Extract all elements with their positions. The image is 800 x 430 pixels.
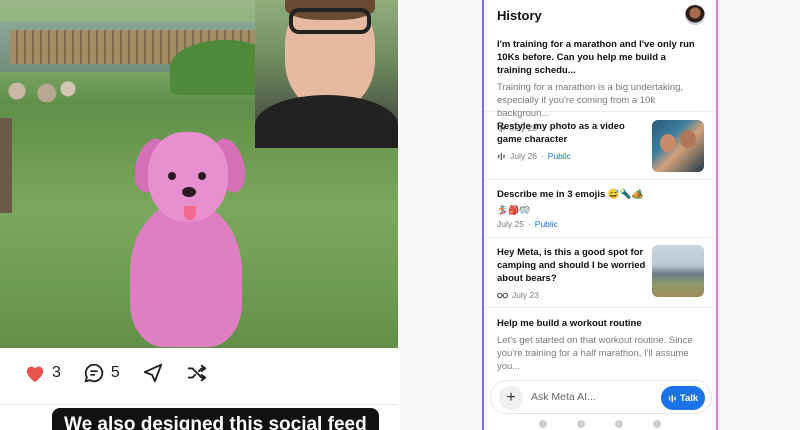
- ask-meta-input-bar: + Ask Meta AI... Talk: [490, 380, 712, 414]
- background-gap: [400, 0, 482, 430]
- history-item-title: I'm training for a marathon and I've onl…: [497, 39, 695, 76]
- post-actions: 3 5: [0, 348, 398, 398]
- page-title: History: [497, 8, 542, 23]
- history-item-date: July 26: [510, 151, 537, 161]
- nav-icon[interactable]: [615, 420, 623, 428]
- comment-button[interactable]: 5: [83, 362, 120, 384]
- video-caption: We also designed this social feed: [52, 408, 379, 430]
- like-button[interactable]: 3: [24, 363, 61, 383]
- dog-nose: [182, 187, 196, 197]
- share-button[interactable]: [142, 362, 164, 384]
- history-item[interactable]: I'm training for a marathon and I've onl…: [484, 32, 716, 133]
- visibility-badge: Public: [547, 151, 571, 161]
- nav-icon[interactable]: [653, 420, 661, 428]
- history-item-thumbnail: [652, 120, 704, 172]
- history-item-thumbnail: [652, 245, 704, 297]
- history-item-meta: July 25 · Public: [497, 219, 703, 229]
- presenter-shirt: [255, 95, 398, 148]
- history-item[interactable]: Hey Meta, is this a good spot for campin…: [484, 238, 716, 308]
- bottom-nav: [484, 420, 716, 430]
- history-item-title: Restyle my photo as a video game charact…: [497, 121, 625, 145]
- history-item-date: July 23: [512, 290, 539, 300]
- voice-icon: [668, 394, 676, 402]
- divider: [0, 404, 398, 405]
- history-item-emojis: 🏂🎒🥽: [497, 205, 531, 215]
- voice-icon: [497, 152, 505, 160]
- thumb-figure: [660, 134, 676, 152]
- history-header: History: [484, 0, 716, 32]
- dog-body: [130, 202, 242, 347]
- history-item-title: Hey Meta, is this a good spot for campin…: [497, 247, 646, 284]
- nav-icon[interactable]: [539, 420, 547, 428]
- send-icon: [143, 363, 162, 383]
- history-item-title: Help me build a workout routine: [497, 318, 642, 329]
- history-item[interactable]: Help me build a workout routine Let's ge…: [484, 308, 716, 372]
- ask-input[interactable]: Ask Meta AI...: [531, 391, 596, 403]
- shuffle-icon: [187, 364, 206, 382]
- comment-icon: [84, 363, 104, 383]
- history-item-title: Describe me in 3 emojis 😅🔦🏕️: [497, 189, 644, 200]
- heart-icon: [26, 366, 44, 383]
- dog-tongue: [184, 206, 196, 220]
- rocks: [0, 80, 85, 102]
- nav-icon[interactable]: [577, 420, 585, 428]
- visibility-badge: Public: [534, 219, 558, 229]
- dog-eye-right: [198, 172, 206, 180]
- glasses-icon: [497, 292, 508, 298]
- dog-eye-left: [168, 172, 176, 180]
- social-feed-post: 3 5 We also designed this social feed: [0, 0, 400, 430]
- thumb-figure: [680, 130, 696, 148]
- presenter-glasses: [289, 8, 371, 34]
- talk-button[interactable]: Talk: [661, 386, 705, 410]
- tree-trunk: [0, 118, 12, 213]
- history-item[interactable]: Describe me in 3 emojis 😅🔦🏕️ 🏂🎒🥽 July 25…: [484, 180, 716, 238]
- presenter-video: [255, 0, 398, 148]
- talk-label: Talk: [679, 392, 699, 404]
- history-panel: History I'm training for a marathon and …: [482, 0, 718, 430]
- history-item-snippet: Let's get started on that workout routin…: [497, 335, 693, 372]
- background-gap: [718, 0, 800, 430]
- like-count: 3: [52, 364, 61, 381]
- history-item-date: July 25: [497, 219, 524, 229]
- pink-dog: [129, 132, 251, 347]
- comment-count: 5: [110, 364, 120, 381]
- remix-button[interactable]: [186, 362, 208, 384]
- meta-separator: ·: [540, 151, 544, 161]
- history-item[interactable]: Restyle my photo as a video game charact…: [484, 112, 716, 180]
- add-attachment-button[interactable]: +: [499, 386, 523, 410]
- avatar[interactable]: [685, 5, 705, 25]
- meta-separator: ·: [527, 219, 531, 229]
